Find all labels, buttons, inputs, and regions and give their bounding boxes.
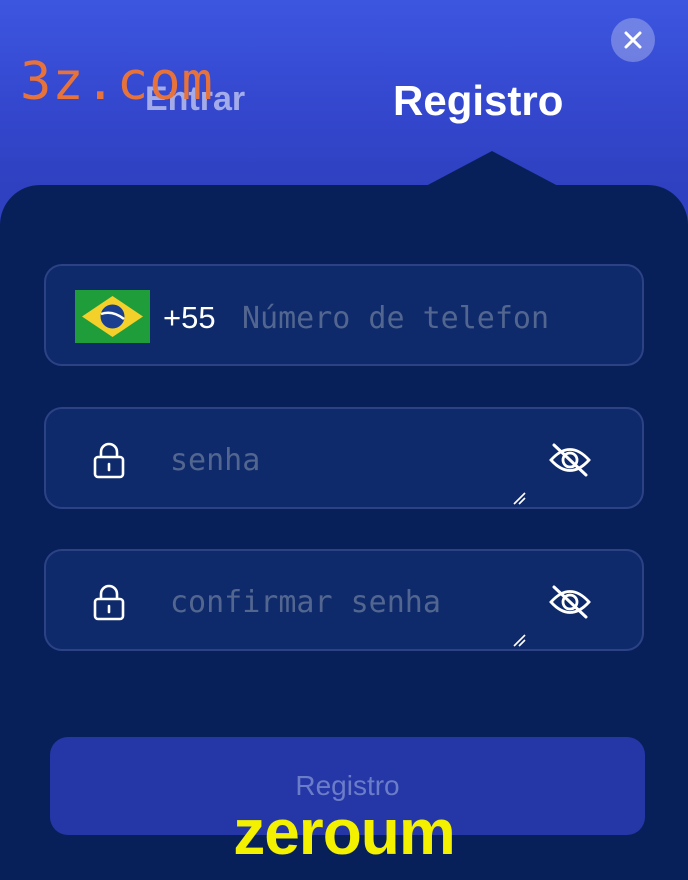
confirm-password-field[interactable] <box>44 549 644 651</box>
header: Entrar Registro 3z.com <box>0 0 688 200</box>
watermark-top: 3z.com <box>20 52 214 112</box>
lock-icon <box>93 442 125 479</box>
resize-grip-icon[interactable] <box>512 633 526 647</box>
phone-input[interactable] <box>242 298 592 338</box>
password-field[interactable] <box>44 407 644 509</box>
active-tab-indicator <box>424 151 560 187</box>
watermark-bottom: zeroum <box>233 796 456 868</box>
brazil-flag-icon[interactable] <box>75 290 150 343</box>
resize-grip-icon[interactable] <box>512 491 526 505</box>
lock-icon <box>93 584 125 621</box>
eye-off-icon[interactable] <box>548 583 592 621</box>
register-screen: Entrar Registro 3z.com +55 Número de tel… <box>0 0 688 880</box>
close-icon <box>624 31 642 49</box>
country-code: +55 <box>163 300 216 335</box>
phone-field[interactable]: +55 <box>44 264 644 366</box>
close-button[interactable] <box>611 18 655 62</box>
password-input[interactable] <box>170 443 520 483</box>
eye-off-icon[interactable] <box>548 441 592 479</box>
confirm-password-input[interactable] <box>170 585 520 625</box>
tab-register[interactable]: Registro <box>393 77 563 125</box>
